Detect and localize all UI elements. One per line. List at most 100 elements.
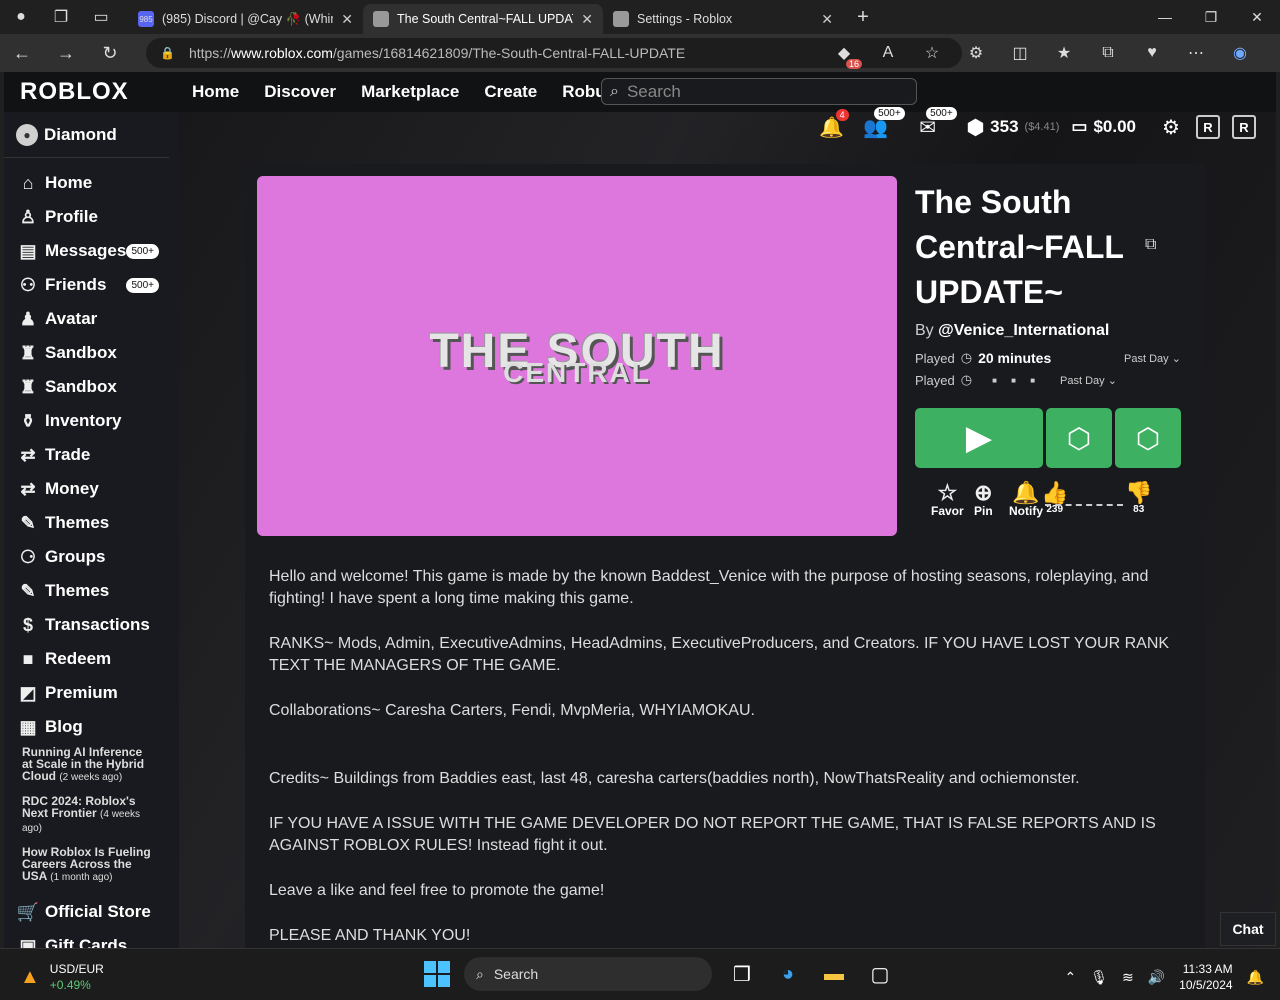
sidebar-item-official-store[interactable]: 🛒 Official Store <box>4 895 179 929</box>
favorites-icon[interactable]: ★ <box>1054 43 1074 63</box>
forward-icon[interactable]: → <box>44 43 88 64</box>
tab-settings[interactable]: Settings - Roblox ✕ <box>603 4 843 34</box>
play-button[interactable]: ▶ <box>915 408 1043 468</box>
restore-button[interactable]: ❐ <box>1188 9 1234 26</box>
sidebar-item-sandbox[interactable]: ♜ Sandbox <box>4 336 179 370</box>
collections-icon[interactable]: ⧉ <box>1098 44 1118 62</box>
play-alt-button-2[interactable]: ⬡ <box>1115 408 1181 468</box>
task-view-icon[interactable]: ❒ <box>726 958 758 990</box>
chevron-down-icon: ⌄ <box>1171 353 1181 365</box>
sandbox-icon: ♜ <box>19 376 37 397</box>
sidebar-item-premium[interactable]: ◩ Premium <box>4 676 179 710</box>
tab-discord[interactable]: 985 (985) Discord | @Cay 🥀 (Whimper ✕ <box>128 4 363 34</box>
search-input[interactable]: ⌕ Search <box>601 78 917 105</box>
close-icon[interactable]: ✕ <box>581 11 593 28</box>
market-widget[interactable]: ▲ USD/EUR +0.49% <box>20 961 104 993</box>
windows-start-icon[interactable] <box>424 961 450 987</box>
roblox-favicon-icon <box>613 11 629 27</box>
wallet[interactable]: ▭ $0.00 <box>1071 117 1136 137</box>
sidebar-item-blog[interactable]: ▦ Blog <box>4 710 179 744</box>
more-icon[interactable]: ⋯ <box>1186 43 1206 63</box>
rotrade-icon-2[interactable]: R <box>1232 115 1256 139</box>
sidebar-item-groups[interactable]: ⚆ Groups <box>4 540 179 574</box>
back-icon[interactable]: ← <box>0 43 44 64</box>
tab-game[interactable]: The South Central~FALL UPDATE~ ✕ <box>363 4 603 34</box>
like-button[interactable]: 👍 239 <box>1041 480 1068 515</box>
sidebar-item-messages[interactable]: ▤ Messages 500+ <box>4 234 179 268</box>
period-dropdown[interactable]: Past Day ⌄ <box>1124 352 1181 365</box>
sidebar-item-money[interactable]: ⇄ Money <box>4 472 179 506</box>
chevron-up-icon[interactable]: ⌃ <box>1064 969 1076 986</box>
favorite-button[interactable]: ☆ Favor <box>931 480 964 518</box>
workspaces-icon[interactable]: ❐ <box>50 6 72 28</box>
copy-icon[interactable]: ⧉ <box>1145 236 1156 254</box>
split-screen-icon[interactable]: ◫ <box>1010 43 1030 63</box>
sidebar-item-inventory[interactable]: ⚱ Inventory <box>4 404 179 438</box>
sidebar-item-friends[interactable]: ⚇ Friends 500+ <box>4 268 179 302</box>
blog-post-link[interactable]: RDC 2024: Roblox's Next Frontier (4 week… <box>4 795 154 835</box>
sidebar-item-gift-cards[interactable]: ▣ Gift Cards <box>4 929 179 949</box>
app-icon[interactable]: ▢ <box>864 958 896 990</box>
redeem-icon: ■ <box>22 648 34 669</box>
blog-post-link[interactable]: Running AI Inference at Scale in the Hyb… <box>4 746 154 784</box>
extension-icon[interactable]: ◆ 16 <box>834 43 862 69</box>
robux-balance[interactable]: ⬢ 353 ($4.41) <box>967 115 1060 140</box>
favorite-star-icon[interactable]: ☆ <box>922 43 942 63</box>
friends-icon[interactable]: 👥 500+ <box>863 106 905 140</box>
performance-icon[interactable]: ♥ <box>1142 44 1162 62</box>
dislike-count: 83 <box>1133 504 1145 515</box>
sidebar-item-profile[interactable]: ♙ Profile <box>4 200 179 234</box>
period-dropdown-2[interactable]: Past Day ⌄ <box>1060 374 1117 387</box>
messages-icon[interactable]: ✉ 500+ <box>915 106 957 140</box>
sidebar-item-themes[interactable]: ✎ Themes <box>4 574 179 608</box>
settings-gear-icon[interactable]: ⚙ <box>1158 115 1184 140</box>
nav-home[interactable]: Home <box>192 82 239 102</box>
new-tab-button[interactable]: + <box>843 6 883 29</box>
edge-icon[interactable]: ◕ <box>772 958 804 990</box>
close-icon[interactable]: ✕ <box>821 11 833 28</box>
rotrade-icon[interactable]: R <box>1196 115 1220 139</box>
tab-actions-icon[interactable]: ▭ <box>90 6 112 28</box>
game-thumbnail[interactable]: THE SOUTH CENTRAL <box>257 176 897 536</box>
notifications-icon[interactable]: 🔔 <box>1247 969 1264 986</box>
sidebar-item-transactions[interactable]: $ Transactions <box>4 608 179 642</box>
microphone-icon[interactable]: 🎙 <box>1090 969 1108 986</box>
sidebar-item-themes[interactable]: ✎ Themes <box>4 506 179 540</box>
blog-post-link[interactable]: How Roblox Is Fueling Careers Across the… <box>4 846 154 884</box>
notifications-bell-icon[interactable]: 🔔 4 <box>819 108 849 140</box>
sidebar-item-sandbox[interactable]: ♜ Sandbox <box>4 370 179 404</box>
roblox-page: ROBLOX Home Discover Marketplace Create … <box>4 72 1276 948</box>
sidebar-item-trade[interactable]: ⇄ Trade <box>4 438 179 472</box>
minimize-button[interactable]: — <box>1142 9 1188 26</box>
sidebar-user[interactable]: ● Diamond <box>4 112 169 158</box>
read-aloud-icon[interactable]: A <box>878 44 898 62</box>
dislike-button[interactable]: 👎 83 <box>1125 480 1152 515</box>
date: 10/5/2024 <box>1179 978 1233 992</box>
url-prefix: https:// <box>188 45 231 61</box>
nav-create[interactable]: Create <box>484 82 537 102</box>
creator-link[interactable]: @Venice_International <box>938 322 1109 339</box>
description-paragraph: Collaborations~ Caresha Carters, Fendi, … <box>269 702 755 719</box>
pin-button[interactable]: ⊕ Pin <box>974 480 993 518</box>
close-icon[interactable]: ✕ <box>341 11 353 28</box>
file-explorer-icon[interactable]: ▬ <box>818 958 850 990</box>
notify-button[interactable]: 🔔 Notify <box>1009 480 1043 518</box>
close-window-button[interactable]: ✕ <box>1234 9 1280 26</box>
wifi-icon[interactable]: ≋ <box>1122 969 1134 986</box>
profile-icon[interactable]: ● <box>10 6 32 28</box>
sidebar-item-redeem[interactable]: ■ Redeem <box>4 642 179 676</box>
sidebar-item-home[interactable]: ⌂ Home <box>4 166 179 200</box>
chat-button[interactable]: Chat <box>1220 912 1276 946</box>
refresh-icon[interactable]: ↻ <box>88 43 132 64</box>
copilot-icon[interactable]: ◉ <box>1230 43 1250 63</box>
roblox-logo[interactable]: ROBLOX <box>20 78 180 106</box>
discord-icon: 985 <box>138 11 154 27</box>
play-alt-button[interactable]: ⬡ <box>1046 408 1112 468</box>
sidebar-item-avatar[interactable]: ♟ Avatar <box>4 302 179 336</box>
nav-discover[interactable]: Discover <box>264 82 336 102</box>
clock[interactable]: 11:33 AM 10/5/2024 <box>1179 961 1232 993</box>
volume-icon[interactable]: 🔊 <box>1148 969 1165 986</box>
extensions-icon[interactable]: ⚙ <box>966 43 986 63</box>
nav-marketplace[interactable]: Marketplace <box>361 82 459 102</box>
taskbar-search[interactable]: ⌕ Search <box>464 957 712 991</box>
